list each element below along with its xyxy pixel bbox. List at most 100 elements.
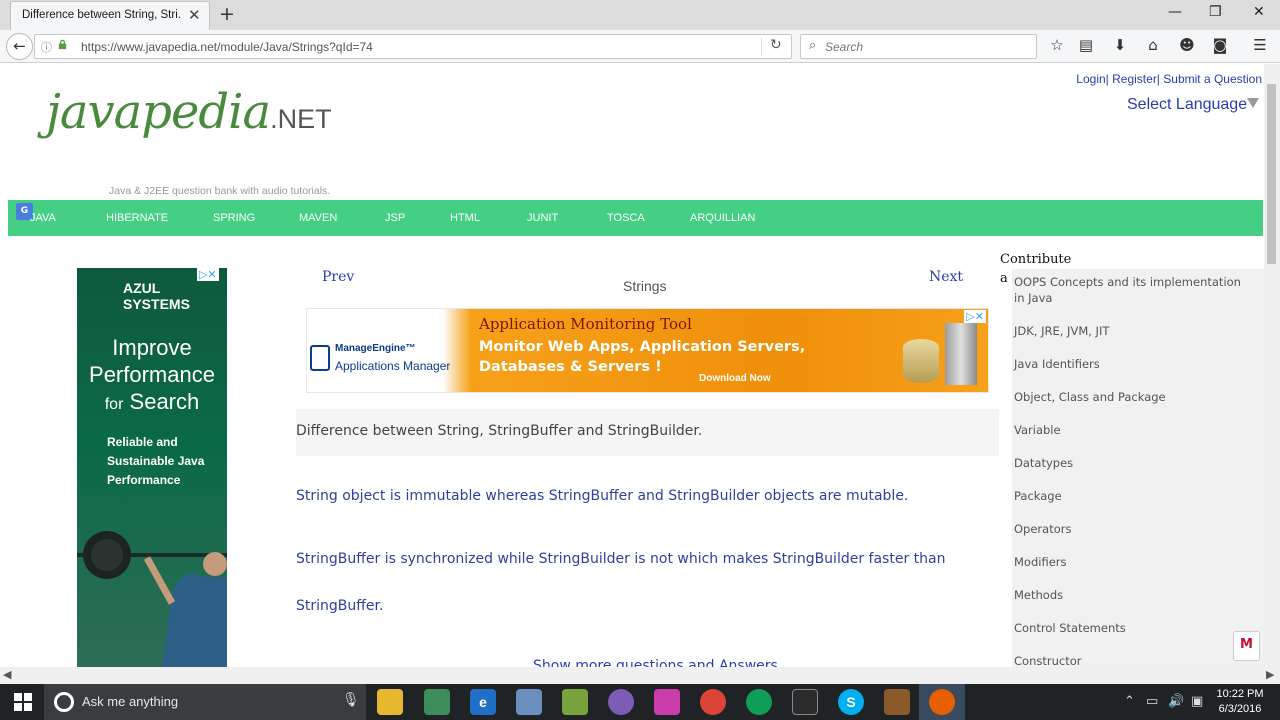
menu-item-tosca[interactable]: TOSCA [607,212,645,224]
sidebar-item[interactable]: Operators [1014,521,1249,537]
menu-icon[interactable]: ☰ [1250,36,1270,54]
logo-suffix: .NET [270,104,332,134]
auth-links: Login| Register| Submit a Question [1076,72,1262,86]
taskbar: Ask me anything 🎙 e S ⌃ ▭ 🔊 ▣ 10:22 PM 6… [0,684,1280,720]
server-icon [945,323,977,385]
chrome-icon[interactable] [700,689,726,715]
firefox-icon[interactable] [929,689,955,715]
answer-line: String object is immutable whereas Strin… [296,488,909,504]
bookmark-star-icon[interactable]: ☆ [1047,36,1067,54]
browser-tab[interactable]: Difference between String, Stri... ✕ [10,1,210,30]
sidebar-item[interactable]: Object, Class and Package [1014,389,1249,405]
reading-list-icon[interactable]: ▤ [1076,36,1096,54]
login-link[interactable]: Login| [1076,72,1108,86]
notepad-icon[interactable] [562,689,588,715]
sidebar-item[interactable]: Java Identifiers [1014,356,1249,372]
ad-line-2: Databases & Servers ! [479,359,662,375]
url-text: https://www.javapedia.net/module/Java/St… [81,40,373,54]
eclipse-icon[interactable] [608,689,634,715]
close-window-icon[interactable]: ✕ [1253,4,1265,20]
close-tab-icon[interactable]: ✕ [188,6,201,24]
question-box: Difference between String, StringBuffer … [296,409,999,456]
sidebar-item[interactable]: Variable [1014,422,1249,438]
microphone-icon[interactable]: 🎙 [342,692,360,708]
info-icon[interactable]: ⓘ [41,39,52,55]
minimize-icon[interactable]: — [1168,4,1182,20]
chevron-up-icon[interactable]: ⌃ [1124,694,1135,709]
menu-item-spring[interactable]: SPRING [213,212,255,224]
ad-title: Application Monitoring Tool [479,315,692,333]
database-icon [903,339,939,383]
next-link[interactable]: Next [929,269,963,285]
sidebar-item[interactable]: OOPS Concepts and its implementation in … [1014,274,1249,306]
sidebar-item[interactable]: JDK, JRE, JVM, JIT [1014,323,1249,339]
submit-question-link[interactable]: Submit a Question [1163,72,1262,86]
search-placeholder: Search [825,40,864,54]
back-button[interactable]: ← [6,33,33,60]
volume-icon[interactable]: 🔊 [1168,694,1184,709]
vertical-scrollbar[interactable] [1264,64,1280,667]
search-icon: ⌕ [809,38,817,53]
app-icon[interactable] [884,689,910,715]
side-advertisement[interactable]: ▷✕ AZUL SYSTEMS Improve Performance for … [77,268,227,667]
terminal-icon[interactable] [792,689,818,715]
download-now-button[interactable]: Download Now [699,373,771,384]
chat-icon[interactable]: ☻ [1177,36,1197,54]
sidebar-item[interactable]: Modifiers [1014,554,1249,570]
downloads-icon[interactable]: ⬇ [1110,36,1130,54]
network-icon[interactable]: ▭ [1146,694,1158,709]
new-tab-icon[interactable]: + [219,3,235,25]
site-logo[interactable]: javapedia.NET [46,84,332,140]
sidebar-item[interactable]: Control Statements [1014,620,1249,636]
ad-line-1: Monitor Web Apps, Application Servers, [479,339,806,355]
sidebar-item[interactable]: Constructor [1014,653,1249,667]
menu-item-java[interactable]: JAVA [30,212,56,224]
topic-title: Strings [623,278,667,294]
ad-brand-logo: AZUL SYSTEMS [123,280,190,312]
prev-link[interactable]: Prev [322,269,354,285]
menu-item-maven[interactable]: MAVEN [299,212,337,224]
menu-item-arquillian[interactable]: ARQUILLIAN [690,212,755,224]
internet-explorer-icon[interactable]: e [470,689,496,715]
ad-choices-icon[interactable]: ▷✕ [964,310,986,323]
ad-brand: ManageEngine™ [335,343,416,354]
sidebar-item[interactable]: Datatypes [1014,455,1249,471]
menu-item-junit[interactable]: JUNIT [527,212,558,224]
select-language-dropdown[interactable]: Select Language [1127,96,1247,114]
sidebar-item[interactable]: Methods [1014,587,1249,603]
show-more-link[interactable]: Show more questions and Answers [533,658,778,667]
menu-item-hibernate[interactable]: HIBERNATE [106,212,168,224]
scrollbar-thumb[interactable] [1267,84,1276,264]
page-viewport: Login| Register| Submit a Question Selec… [0,64,1264,667]
file-explorer-icon[interactable] [377,689,403,715]
banner-advertisement[interactable]: ManageEngine™ Applications Manager Appli… [306,308,989,393]
horizontal-scrollbar[interactable]: ◀ ▶ [0,667,1280,684]
app-icon[interactable] [424,689,450,715]
sidebar-item[interactable]: Package [1014,488,1249,504]
notifications-icon[interactable]: ▣ [1191,694,1203,709]
site-tagline: Java & J2EE question bank with audio tut… [109,185,331,197]
scroll-left-icon[interactable]: ◀ [3,668,11,681]
restore-icon[interactable]: ❐ [1209,4,1222,20]
register-link[interactable]: Register| [1112,72,1160,86]
address-bar[interactable]: ⓘ https://www.javapedia.net/module/Java/… [34,34,792,59]
cortana-search-box[interactable]: Ask me anything 🎙 [44,684,366,720]
pocket-icon[interactable]: ◙ [1210,36,1230,54]
chevron-down-icon[interactable] [1247,98,1259,108]
answer-line: StringBuffer. [296,598,384,614]
search-box[interactable]: ⌕ Search [800,34,1037,59]
ad-headline: Improve Performance for Search [89,335,215,414]
chrome-icon[interactable] [746,689,772,715]
ad-product: Applications Manager [335,359,451,373]
menu-item-jsp[interactable]: JSP [385,212,405,224]
windows-start-icon[interactable] [14,693,32,711]
menu-item-html[interactable]: HTML [450,212,480,224]
reload-icon[interactable]: ↻ [770,37,782,53]
app-icon[interactable] [654,689,680,715]
scroll-right-icon[interactable]: ▶ [1266,668,1274,681]
system-clock[interactable]: 10:22 PM 6/3/2016 [1214,687,1266,717]
mcafee-shield-icon[interactable]: M [1233,631,1260,661]
app-icon[interactable] [516,689,542,715]
home-icon[interactable]: ⌂ [1143,36,1163,54]
skype-icon[interactable]: S [838,689,864,715]
